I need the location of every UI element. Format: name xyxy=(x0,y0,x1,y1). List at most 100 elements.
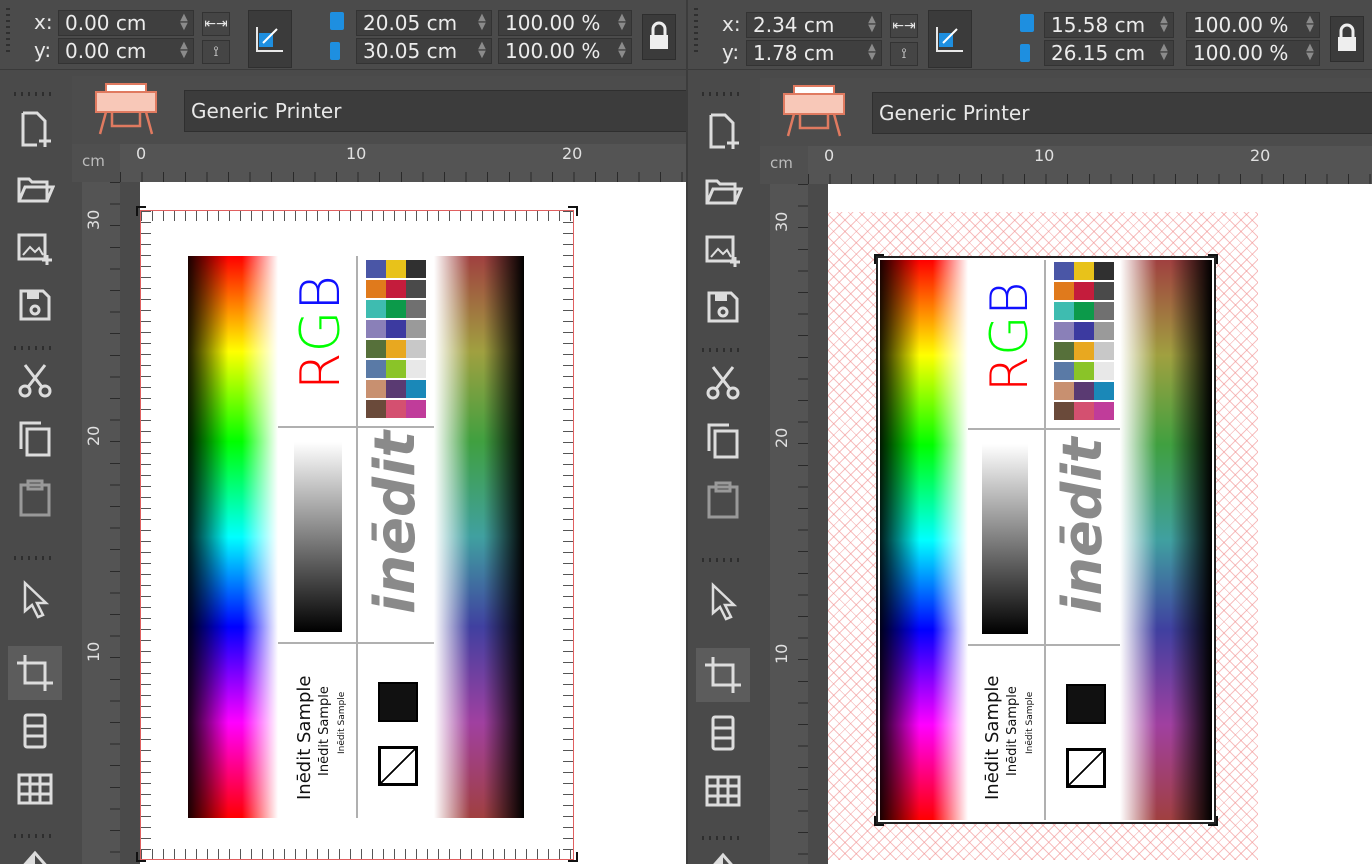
v-ruler-label: 10 xyxy=(84,641,103,662)
cut-button[interactable] xyxy=(8,354,62,408)
scale-x-field[interactable]: 100.00 % ▲ ▼ xyxy=(1186,12,1320,38)
rows-layout-button[interactable] xyxy=(696,706,750,760)
crop-corner-handle[interactable] xyxy=(568,852,578,862)
color-swatch xyxy=(1094,402,1114,420)
copy-button[interactable] xyxy=(696,414,750,468)
color-swatch xyxy=(386,300,406,318)
color-swatch xyxy=(1054,402,1074,420)
y-position-field[interactable]: 1.78 cm ▲ ▼ xyxy=(746,40,882,66)
color-swatch xyxy=(1094,282,1114,300)
x-position-field[interactable]: 2.34 cm ▲ ▼ xyxy=(746,12,882,38)
grid-line xyxy=(278,642,434,644)
grid-line xyxy=(1044,260,1046,820)
new-document-button[interactable] xyxy=(8,102,62,156)
open-folder-button[interactable] xyxy=(8,162,62,216)
height-value: 26.15 cm xyxy=(1051,41,1146,65)
crop-tool-button[interactable] xyxy=(8,646,62,700)
select-tool-button[interactable] xyxy=(696,574,750,628)
spin-arrows-icon[interactable]: ▲ ▼ xyxy=(477,41,487,60)
copy-button[interactable] xyxy=(8,412,62,466)
rows-layout-button[interactable] xyxy=(8,704,62,758)
spin-arrows-icon[interactable]: ▲ ▼ xyxy=(1305,43,1315,62)
sample-text-large: Inēdit Sample xyxy=(982,675,1003,801)
fill-tool-button[interactable] xyxy=(696,844,750,864)
spin-arrows-icon[interactable]: ▲ ▼ xyxy=(179,13,189,32)
center-horizontal-icon[interactable]: ⇤⇥ xyxy=(202,12,230,36)
spin-arrows-icon[interactable]: ▲ ▼ xyxy=(867,43,877,62)
crop-corner-handle[interactable] xyxy=(136,852,146,862)
v-ruler-label: 10 xyxy=(772,643,791,664)
grid-layout-button[interactable] xyxy=(696,764,750,818)
width-field[interactable]: 15.58 cm ▲ ▼ xyxy=(1044,12,1174,38)
import-image-button[interactable] xyxy=(8,220,62,274)
lock-aspect-button[interactable] xyxy=(642,14,676,60)
lock-icon xyxy=(650,21,668,49)
h-ruler-label: 10 xyxy=(1034,146,1055,165)
rows-layout-icon xyxy=(23,713,47,749)
scale-y-field[interactable]: 100.00 % ▲ ▼ xyxy=(498,38,632,64)
color-swatch xyxy=(386,260,406,278)
new-document-button[interactable] xyxy=(696,104,750,158)
arrow-pointer-icon xyxy=(711,582,738,621)
spin-arrows-icon[interactable]: ▲ ▼ xyxy=(867,15,877,34)
paste-button[interactable] xyxy=(696,472,750,526)
color-swatch xyxy=(406,320,426,338)
height-icon xyxy=(1020,44,1030,62)
width-field[interactable]: 20.05 cm ▲ ▼ xyxy=(356,10,492,36)
spin-arrows-icon[interactable]: ▲ ▼ xyxy=(617,41,627,60)
color-test-chart: RGB inēdit Inēdit Sample Inēdit Sample I… xyxy=(880,260,1212,820)
anchor-corner-icon xyxy=(256,27,283,52)
paste-button[interactable] xyxy=(8,470,62,524)
desaturated-gradient xyxy=(434,256,524,818)
save-button[interactable] xyxy=(696,280,750,334)
center-horizontal-icon[interactable]: ⇤⇥ xyxy=(890,14,918,38)
spin-arrows-icon[interactable]: ▲ ▼ xyxy=(1159,15,1169,34)
y-label: y: xyxy=(722,40,740,64)
grid-layout-button[interactable] xyxy=(8,762,62,816)
swatch-row xyxy=(1054,302,1114,320)
color-swatch xyxy=(386,400,406,418)
scale-x-field[interactable]: 100.00 % ▲ ▼ xyxy=(498,10,632,36)
color-swatch xyxy=(366,400,386,418)
spin-arrows-icon[interactable]: ▲ ▼ xyxy=(477,13,487,32)
spin-arrows-icon[interactable]: ▲ ▼ xyxy=(179,41,189,60)
cut-button[interactable] xyxy=(696,356,750,410)
lock-aspect-button[interactable] xyxy=(1330,16,1364,62)
color-swatch xyxy=(366,280,386,298)
save-icon xyxy=(707,291,739,323)
lock-icon xyxy=(1338,23,1356,51)
anchor-corner-button[interactable] xyxy=(248,10,292,68)
crop-corner-handle[interactable] xyxy=(136,206,146,216)
height-field[interactable]: 30.05 cm ▲ ▼ xyxy=(356,38,492,64)
fill-tool-button[interactable] xyxy=(8,842,62,864)
color-swatch xyxy=(366,300,386,318)
printer-select[interactable]: Generic Printer xyxy=(872,92,1372,134)
open-folder-button[interactable] xyxy=(696,164,750,218)
swatch-row xyxy=(366,360,426,378)
x-position-field[interactable]: 0.00 cm ▲ ▼ xyxy=(58,10,194,36)
height-field[interactable]: 26.15 cm ▲ ▼ xyxy=(1044,40,1174,66)
import-image-button[interactable] xyxy=(696,222,750,276)
left-view-pane: x: 0.00 cm ▲ ▼ y: 0.00 cm ▲ ▼ ⇤⇥ ⟟ 20.05 cm ▲… xyxy=(0,0,686,864)
horizontal-ruler-scale: 0 10 20 xyxy=(120,144,686,182)
select-tool-button[interactable] xyxy=(8,572,62,626)
crop-tool-button[interactable] xyxy=(696,648,750,702)
anchor-corner-button[interactable] xyxy=(928,10,972,68)
swatch-row xyxy=(1054,342,1114,360)
scale-y-field[interactable]: 100.00 % ▲ ▼ xyxy=(1186,40,1320,66)
y-position-field[interactable]: 0.00 cm ▲ ▼ xyxy=(58,38,194,64)
printer-select[interactable]: Generic Printer xyxy=(184,90,686,132)
scissors-icon xyxy=(18,364,52,398)
color-swatch xyxy=(1054,322,1074,340)
spin-arrows-icon[interactable]: ▲ ▼ xyxy=(1159,43,1169,62)
save-button[interactable] xyxy=(8,278,62,332)
center-vertical-icon[interactable]: ⟟ xyxy=(202,40,230,64)
scale-x-value: 100.00 % xyxy=(1193,13,1289,37)
spin-arrows-icon[interactable]: ▲ ▼ xyxy=(1305,15,1315,34)
x-label: x: xyxy=(722,12,741,36)
left-toolbox xyxy=(0,70,72,864)
crop-corner-handle[interactable] xyxy=(568,206,578,216)
center-vertical-icon[interactable]: ⟟ xyxy=(890,42,918,66)
color-swatch xyxy=(1094,382,1114,400)
spin-arrows-icon[interactable]: ▲ ▼ xyxy=(617,13,627,32)
